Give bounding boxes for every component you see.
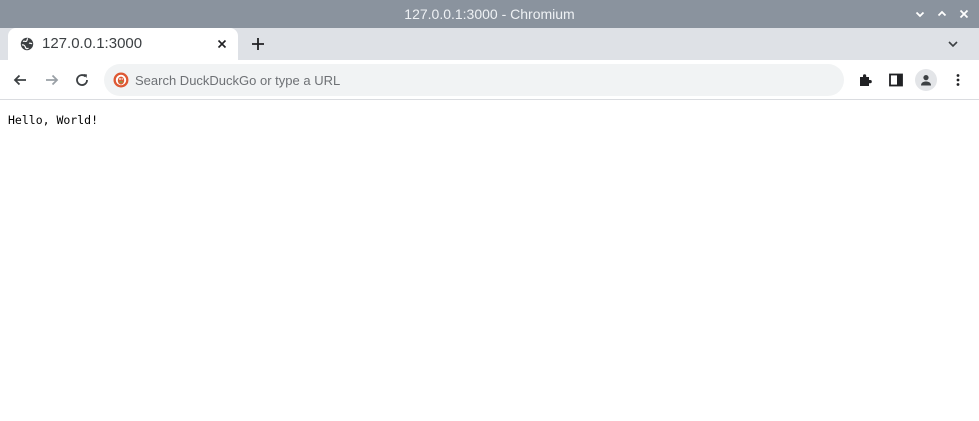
minimize-button[interactable] bbox=[911, 5, 929, 23]
close-icon bbox=[217, 39, 227, 49]
globe-icon bbox=[20, 37, 34, 51]
chevron-up-icon bbox=[937, 10, 947, 17]
chevron-down-icon bbox=[948, 41, 958, 48]
close-icon bbox=[959, 9, 969, 19]
plus-icon bbox=[252, 38, 264, 50]
browser-toolbar bbox=[0, 60, 979, 100]
arrow-left-icon bbox=[13, 74, 26, 86]
new-tab-button[interactable] bbox=[248, 34, 268, 54]
tab-strip: 127.0.0.1:3000 bbox=[0, 28, 979, 60]
extensions-button[interactable] bbox=[855, 70, 875, 90]
tab-active[interactable]: 127.0.0.1:3000 bbox=[8, 28, 238, 60]
tab-search-button[interactable] bbox=[945, 36, 961, 52]
duckduckgo-icon bbox=[113, 72, 129, 88]
side-panel-button[interactable] bbox=[886, 70, 906, 90]
side-panel-icon bbox=[889, 73, 903, 87]
arrow-right-icon bbox=[46, 74, 59, 86]
maximize-button[interactable] bbox=[933, 5, 951, 23]
page-content: Hello, World! bbox=[0, 101, 979, 421]
profile-button[interactable] bbox=[915, 69, 937, 91]
window-title: 127.0.0.1:3000 - Chromium bbox=[404, 6, 575, 22]
tab-title: 127.0.0.1:3000 bbox=[42, 35, 143, 52]
more-vertical-icon bbox=[956, 74, 960, 86]
close-window-button[interactable] bbox=[955, 5, 973, 23]
puzzle-icon bbox=[860, 74, 872, 86]
tab-close-button[interactable] bbox=[214, 36, 230, 52]
reload-icon bbox=[76, 74, 88, 86]
omnibox[interactable] bbox=[104, 64, 844, 96]
window-titlebar: 127.0.0.1:3000 - Chromium bbox=[0, 0, 979, 28]
forward-button[interactable] bbox=[42, 70, 62, 90]
reload-button[interactable] bbox=[72, 70, 92, 90]
person-icon bbox=[921, 75, 931, 86]
back-button[interactable] bbox=[10, 70, 30, 90]
menu-button[interactable] bbox=[948, 70, 968, 90]
omnibox-input[interactable] bbox=[135, 64, 825, 96]
page-body-text: Hello, World! bbox=[8, 113, 99, 127]
window-controls bbox=[911, 0, 973, 28]
chevron-down-icon bbox=[915, 11, 925, 18]
